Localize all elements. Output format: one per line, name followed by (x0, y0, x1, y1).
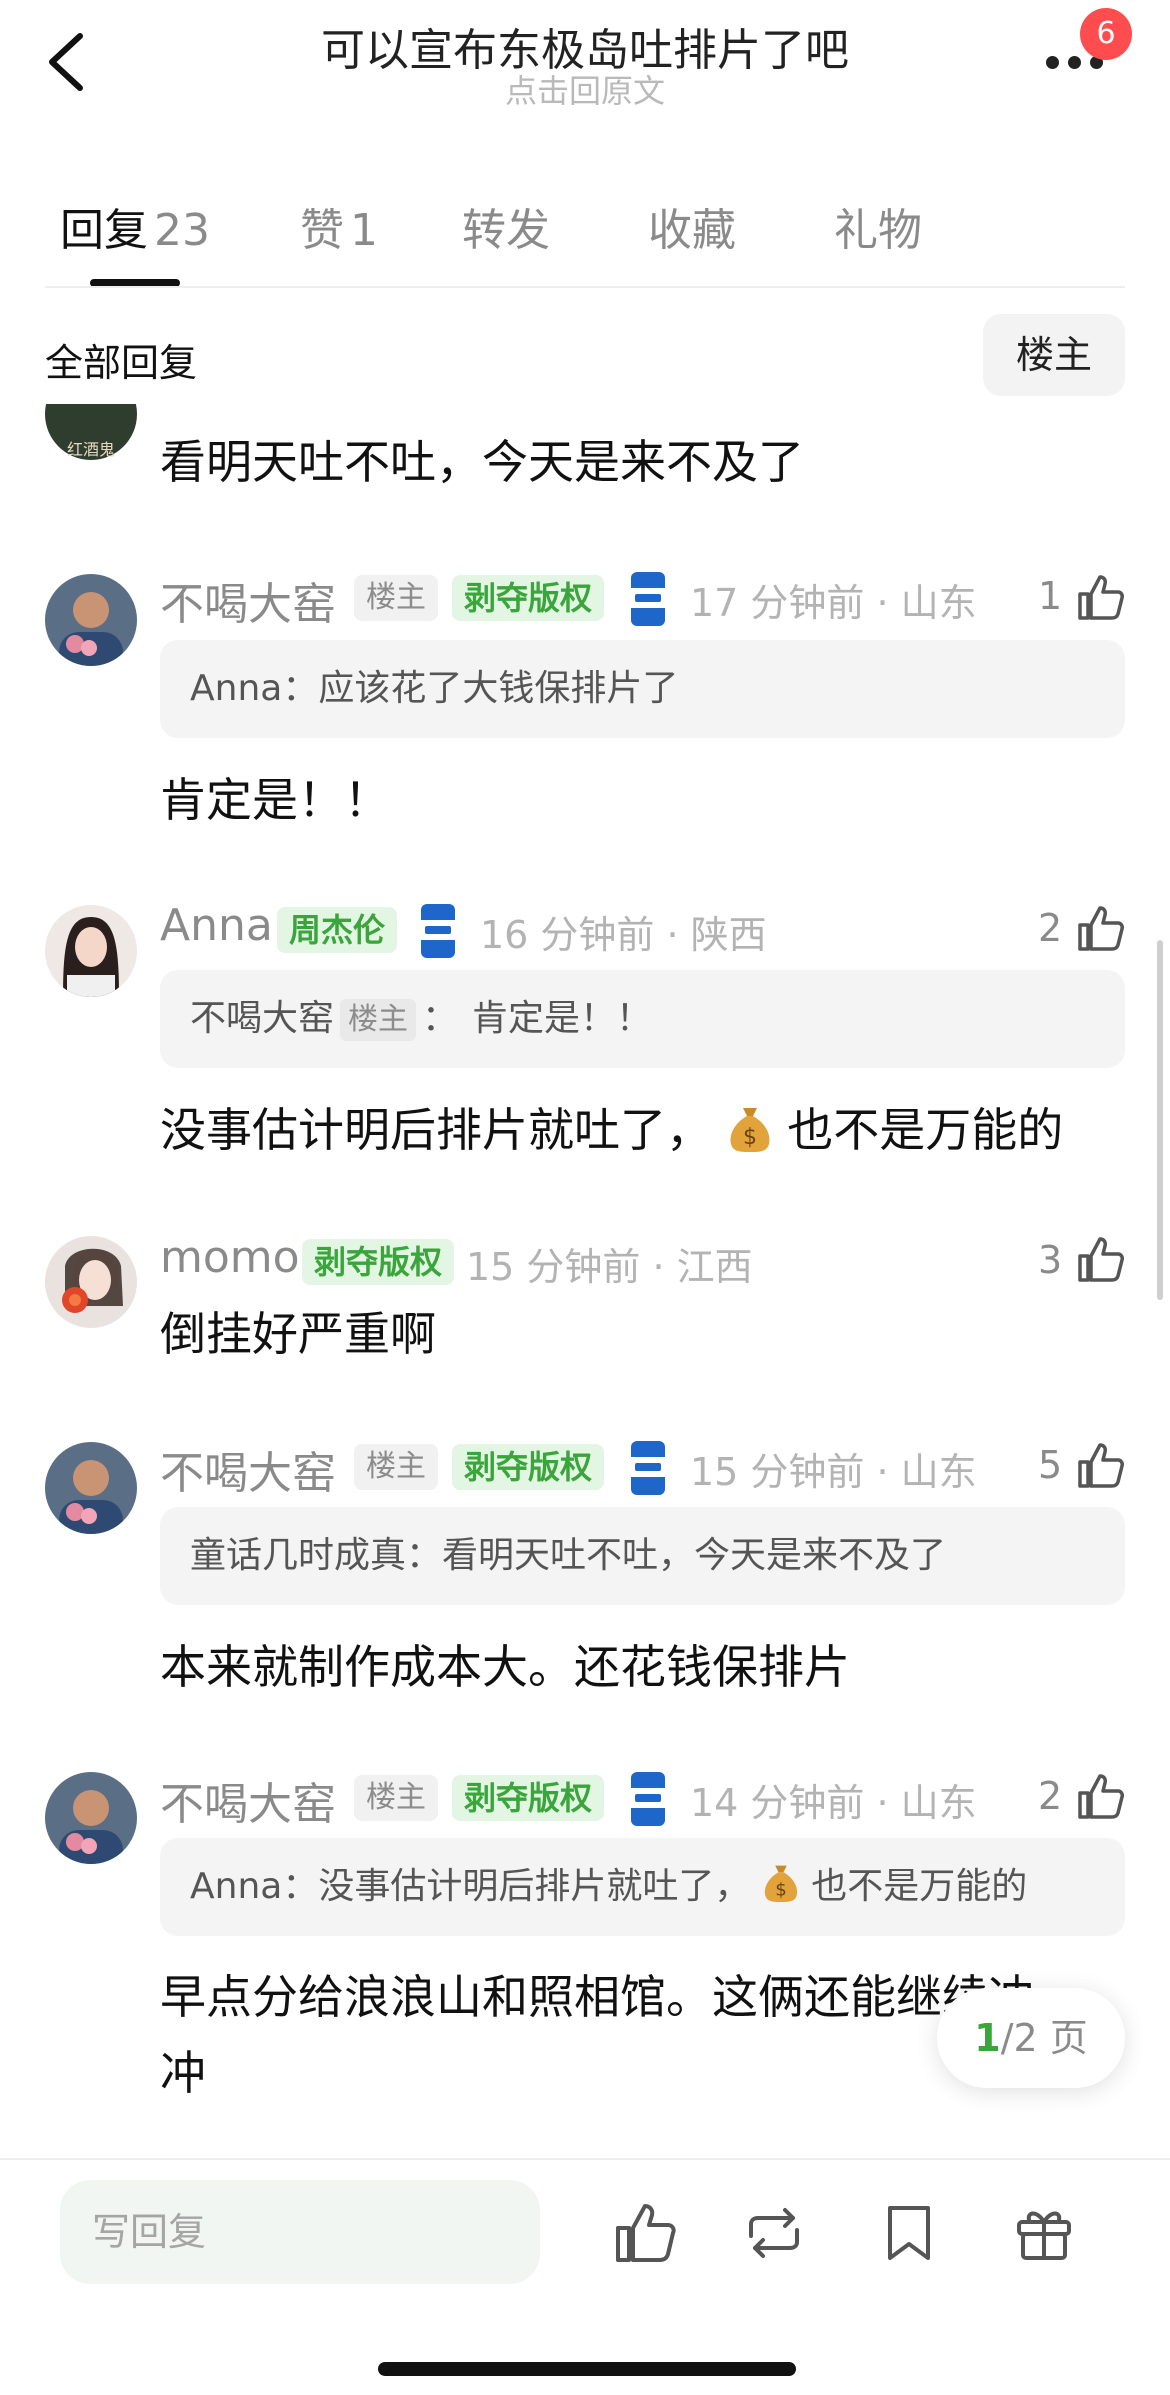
username[interactable]: 不喝大窑 (160, 568, 336, 632)
tab-label: 回复 (60, 205, 148, 256)
bookmark-icon[interactable] (876, 2200, 942, 2266)
reply-placeholder: 写回复 (92, 2210, 207, 2254)
more-dot-icon (1068, 56, 1081, 69)
tab-label: 转发 (462, 205, 550, 256)
owner-tag: 楼主 (354, 1444, 438, 1490)
quote-text-part: 也不是万能的 (811, 1866, 1028, 1907)
avatar[interactable] (45, 574, 137, 666)
like-count: 2 (1038, 906, 1063, 950)
thumbs-up-icon[interactable] (1075, 903, 1125, 953)
avatar[interactable] (45, 1442, 137, 1534)
thumbs-up-icon[interactable] (1075, 1771, 1125, 1821)
quote-text: 看明天吐不吐，今天是来不及了 (442, 1535, 947, 1576)
tab-reposts[interactable]: 转发 (462, 194, 550, 258)
quoted-reply[interactable]: Anna：应该花了大钱保排片了 (160, 640, 1125, 738)
quote-author: 童话几时成真 (190, 1535, 407, 1576)
username[interactable]: Anna (160, 900, 273, 951)
tab-favorites[interactable]: 收藏 (648, 194, 736, 258)
like-count: 1 (1038, 574, 1063, 618)
page-indicator[interactable]: 1/2 页 (937, 1988, 1125, 2088)
comment-text[interactable]: 早点分给浪浪山和照相馆。这俩还能继续冲 (160, 1961, 1034, 2027)
quoted-reply[interactable]: 不喝大窑 楼主：肯定是！！ (160, 970, 1125, 1068)
owner-tag: 楼主 (354, 1775, 438, 1821)
comment-text-part: 没事估计明后排片就吐了， (160, 1103, 712, 1157)
comment-text[interactable]: 本来就制作成本大。还花钱保排片 (160, 1631, 850, 1697)
can-icon (631, 572, 665, 626)
more-dot-icon (1046, 56, 1059, 69)
quote-author: Anna (190, 1866, 283, 1907)
tab-label: 收藏 (648, 205, 736, 256)
money-bag-icon: $ (764, 1865, 797, 1902)
avatar[interactable] (45, 905, 137, 997)
all-replies-filter[interactable]: 全部回复 (45, 332, 197, 387)
can-icon (631, 1772, 665, 1826)
can-icon (631, 1441, 665, 1495)
back-to-original-link[interactable]: 点击回原文 (0, 66, 1170, 112)
svg-text:$: $ (775, 1879, 787, 1900)
home-indicator (378, 2362, 796, 2376)
tab-label: 赞 (300, 205, 344, 256)
tab-count: 23 (154, 205, 210, 256)
current-page: 1 (974, 2016, 1001, 2060)
tab-likes[interactable]: 赞1 (300, 194, 378, 258)
gift-icon[interactable] (1011, 2200, 1077, 2266)
badge-tag: 剥夺版权 (452, 1444, 605, 1490)
money-bag-icon: $ (730, 1108, 770, 1152)
thumbs-up-icon[interactable] (1075, 1440, 1125, 1490)
like-count: 5 (1038, 1443, 1063, 1487)
thumbs-up-icon[interactable] (1075, 572, 1125, 622)
owner-only-button[interactable]: 楼主 (983, 314, 1125, 396)
avatar[interactable]: 红酒鬼 (45, 404, 137, 460)
like-count: 3 (1038, 1238, 1063, 1282)
total-pages: /2 页 (1000, 2016, 1088, 2060)
badge-tag: 剥夺版权 (302, 1239, 455, 1285)
svg-text:$: $ (743, 1125, 757, 1150)
comment-text-part: 也不是万能的 (787, 1103, 1064, 1157)
can-icon (421, 904, 455, 958)
thumbs-up-icon[interactable] (1075, 1234, 1125, 1284)
comment-meta: 16 分钟前 · 陕西 (480, 913, 767, 957)
quote-text-part: 没事估计明后排片就吐了， (318, 1866, 751, 1907)
avatar[interactable] (45, 1772, 137, 1864)
divider (45, 286, 1125, 288)
quote-text: 应该花了大钱保排片了 (318, 668, 679, 709)
scrollbar[interactable] (1157, 940, 1163, 1300)
comment-text[interactable]: 看明天吐不吐，今天是来不及了 (160, 426, 804, 492)
tab-gifts[interactable]: 礼物 (834, 194, 922, 258)
quote-author: 不喝大窑 (190, 998, 335, 1039)
reply-input[interactable]: 写回复 (60, 2180, 540, 2284)
badge-tag: 剥夺版权 (452, 575, 605, 621)
quote-owner-tag: 楼主 (340, 999, 417, 1041)
comment-text[interactable]: 冲 (160, 2037, 206, 2103)
like-count: 2 (1038, 1774, 1063, 1818)
comment-meta: 15 分钟前 · 江西 (466, 1245, 753, 1289)
tab-replies[interactable]: 回复 23 (60, 194, 210, 258)
quote-author: Anna (190, 668, 283, 709)
owner-tag: 楼主 (354, 575, 438, 621)
tab-count: 1 (350, 205, 378, 256)
repost-icon[interactable] (741, 2200, 807, 2266)
username[interactable]: 不喝大窑 (160, 1437, 336, 1501)
badge-tag: 周杰伦 (277, 907, 398, 953)
avatar[interactable] (45, 1236, 137, 1328)
username[interactable]: 不喝大窑 (160, 1768, 336, 1832)
notification-badge: 6 (1080, 8, 1132, 60)
quoted-reply[interactable]: Anna：没事估计明后排片就吐了， $ 也不是万能的 (160, 1838, 1125, 1936)
comment-text[interactable]: 倒挂好严重啊 (160, 1298, 436, 1364)
badge-tag: 剥夺版权 (452, 1775, 605, 1821)
quote-text: 肯定是！！ (472, 998, 653, 1039)
username[interactable]: momo (160, 1232, 300, 1283)
comment-meta: 15 分钟前 · 山东 (690, 1450, 977, 1494)
quoted-reply[interactable]: 童话几时成真：看明天吐不吐，今天是来不及了 (160, 1507, 1125, 1605)
avatar-text: 红酒鬼 (66, 440, 115, 459)
comment-meta: 14 分钟前 · 山东 (690, 1781, 977, 1825)
tab-label: 礼物 (834, 205, 922, 256)
comment-text[interactable]: 没事估计明后排片就吐了， $ 也不是万能的 (160, 1094, 1063, 1160)
divider (0, 2158, 1170, 2160)
comment-meta: 17 分钟前 · 山东 (690, 581, 977, 625)
comment-text[interactable]: 肯定是！！ (160, 764, 390, 830)
like-icon[interactable] (612, 2200, 678, 2266)
